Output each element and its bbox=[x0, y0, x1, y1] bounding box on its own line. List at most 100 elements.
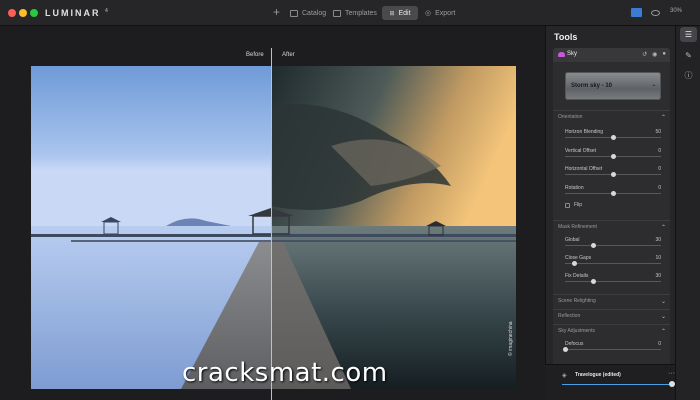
eye-icon[interactable] bbox=[651, 10, 660, 16]
sky-selection-value: Storm sky - 10 bbox=[571, 83, 613, 89]
before-after-split-handle[interactable] bbox=[271, 48, 272, 400]
mask-icon[interactable]: ◉ bbox=[652, 51, 657, 58]
sky-tool-label: Sky bbox=[567, 51, 578, 57]
section-label: Scene Relighting bbox=[558, 298, 596, 304]
photo[interactable] bbox=[31, 66, 516, 389]
sky-selection-dropdown[interactable]: Storm sky - 10 ⌄ bbox=[565, 72, 661, 100]
export-label: Export bbox=[435, 9, 456, 17]
slider-track bbox=[565, 281, 661, 282]
chevron-up-icon: ⌃ bbox=[660, 115, 666, 121]
slider-value: 10 bbox=[655, 255, 661, 261]
catalog-icon bbox=[290, 9, 298, 17]
after-label: After bbox=[282, 52, 295, 58]
catalog-tab[interactable]: Catalog bbox=[290, 6, 326, 20]
slider-knob[interactable] bbox=[562, 347, 568, 352]
photo-render bbox=[31, 66, 516, 389]
chevron-down-icon: ⌄ bbox=[660, 299, 666, 305]
slider-value: 0 bbox=[658, 185, 661, 191]
slider-label: Rotation bbox=[565, 185, 584, 191]
right-rail: ☰ ✎ ⓘ bbox=[675, 26, 700, 400]
slider-knob[interactable] bbox=[591, 243, 597, 248]
before-label: Before bbox=[246, 52, 264, 58]
app-logo: LUMINAR 4 bbox=[45, 8, 108, 18]
sky-tool-header[interactable]: Sky ↺ ◉ ● bbox=[553, 48, 670, 62]
zoom-level[interactable]: 30% bbox=[670, 8, 682, 14]
checkbox-box[interactable] bbox=[565, 202, 570, 208]
image-canvas: Before After © imaginechina cracksmat.co… bbox=[0, 26, 545, 400]
edit-tab[interactable]: ⊞ Edit bbox=[382, 6, 418, 20]
slider-knob[interactable] bbox=[610, 154, 616, 159]
templates-icon bbox=[333, 9, 341, 17]
slider-label: Fix Details bbox=[565, 273, 589, 279]
title-bar: LUMINAR 4 + Catalog Templates ⊞ Edit ◎ E… bbox=[0, 0, 700, 26]
slider-value: 30 bbox=[655, 273, 661, 279]
slider-knob[interactable] bbox=[610, 172, 616, 177]
divider bbox=[553, 220, 670, 221]
slider-value: 0 bbox=[658, 148, 661, 154]
chevron-up-icon: ⌃ bbox=[660, 225, 666, 231]
photo-credit: © imaginechina bbox=[508, 321, 514, 356]
section-orientation[interactable]: Orientation ⌃ bbox=[558, 114, 666, 121]
slider-label: Horizon Blending bbox=[565, 129, 604, 135]
template-icon: ◈ bbox=[562, 373, 567, 379]
template-bar: ◈ Travelogue (edited) ··· bbox=[545, 364, 675, 400]
chevron-up-icon: ⌃ bbox=[660, 329, 666, 335]
flip-checkbox[interactable]: Flip bbox=[565, 202, 582, 208]
catalog-label: Catalog bbox=[302, 9, 327, 17]
template-amount-slider[interactable] bbox=[562, 384, 672, 385]
section-label: Sky Adjustments bbox=[558, 328, 595, 334]
info-icon[interactable]: ⓘ bbox=[680, 68, 697, 83]
compare-icon[interactable] bbox=[631, 8, 642, 17]
section-scene-relighting[interactable]: Scene Relighting ⌄ bbox=[558, 298, 666, 305]
chevron-down-icon: ⌄ bbox=[660, 314, 666, 320]
slider-label: Vertical Offset bbox=[565, 148, 597, 154]
slider-knob[interactable] bbox=[572, 261, 578, 266]
sliders-icon[interactable]: ☰ bbox=[680, 27, 697, 42]
slider-knob[interactable] bbox=[591, 279, 597, 284]
divider bbox=[553, 110, 670, 111]
template-name[interactable]: Travelogue (edited) bbox=[575, 372, 621, 378]
edit-icon: ⊞ bbox=[389, 10, 395, 17]
slider-knob[interactable] bbox=[610, 135, 616, 140]
export-tab[interactable]: ◎ Export bbox=[425, 6, 455, 20]
chevron-down-icon: ⌄ bbox=[651, 82, 656, 88]
slider-knob[interactable] bbox=[610, 191, 616, 196]
divider bbox=[553, 309, 670, 310]
sky-icon bbox=[558, 52, 565, 57]
section-label: Orientation bbox=[558, 114, 583, 120]
slider-track bbox=[565, 263, 661, 264]
section-label: Mask Refinement bbox=[558, 224, 597, 230]
zoom-window-button[interactable] bbox=[30, 9, 38, 17]
divider bbox=[553, 324, 670, 325]
slider-label: Global bbox=[565, 237, 580, 243]
slider-track bbox=[565, 245, 661, 246]
section-mask-refinement[interactable]: Mask Refinement ⌃ bbox=[558, 224, 666, 231]
section-reflection[interactable]: Reflection ⌄ bbox=[558, 313, 666, 320]
export-icon: ◎ bbox=[425, 10, 432, 17]
slider-label: Horizontal Offset bbox=[565, 166, 603, 172]
brush-icon[interactable]: ✎ bbox=[680, 48, 697, 63]
sky-tool-body: Storm sky - 10 ⌄ Orientation ⌃ Horizon B… bbox=[553, 62, 670, 400]
slider-value: 30 bbox=[655, 237, 661, 243]
watermark-text: cracksmat.com bbox=[182, 358, 388, 388]
add-photo-button[interactable]: + bbox=[273, 5, 280, 19]
slider-value: 0 bbox=[658, 166, 661, 172]
undo-icon[interactable]: ↺ bbox=[642, 51, 647, 58]
edit-label: Edit bbox=[398, 9, 411, 17]
tools-panel: Tools Sky ↺ ◉ ● Storm sky - 10 ⌄ Orienta… bbox=[545, 26, 675, 400]
divider bbox=[553, 294, 670, 295]
slider-value: 0 bbox=[658, 341, 661, 347]
section-sky-adjustments[interactable]: Sky Adjustments ⌃ bbox=[558, 328, 666, 335]
tools-title: Tools bbox=[554, 32, 578, 42]
minimize-window-button[interactable] bbox=[19, 9, 27, 17]
templates-tab[interactable]: Templates bbox=[333, 6, 377, 20]
section-label: Reflection bbox=[558, 313, 581, 319]
close-window-button[interactable] bbox=[8, 9, 16, 17]
slider-label: Close Gaps bbox=[565, 255, 592, 261]
more-options-button[interactable]: ··· bbox=[668, 370, 675, 377]
flip-label: Flip bbox=[574, 202, 583, 208]
toggle-icon[interactable]: ● bbox=[662, 51, 666, 58]
slider-label: Defocus bbox=[565, 341, 584, 347]
slider-track bbox=[565, 349, 661, 350]
slider-value: 50 bbox=[655, 129, 661, 135]
